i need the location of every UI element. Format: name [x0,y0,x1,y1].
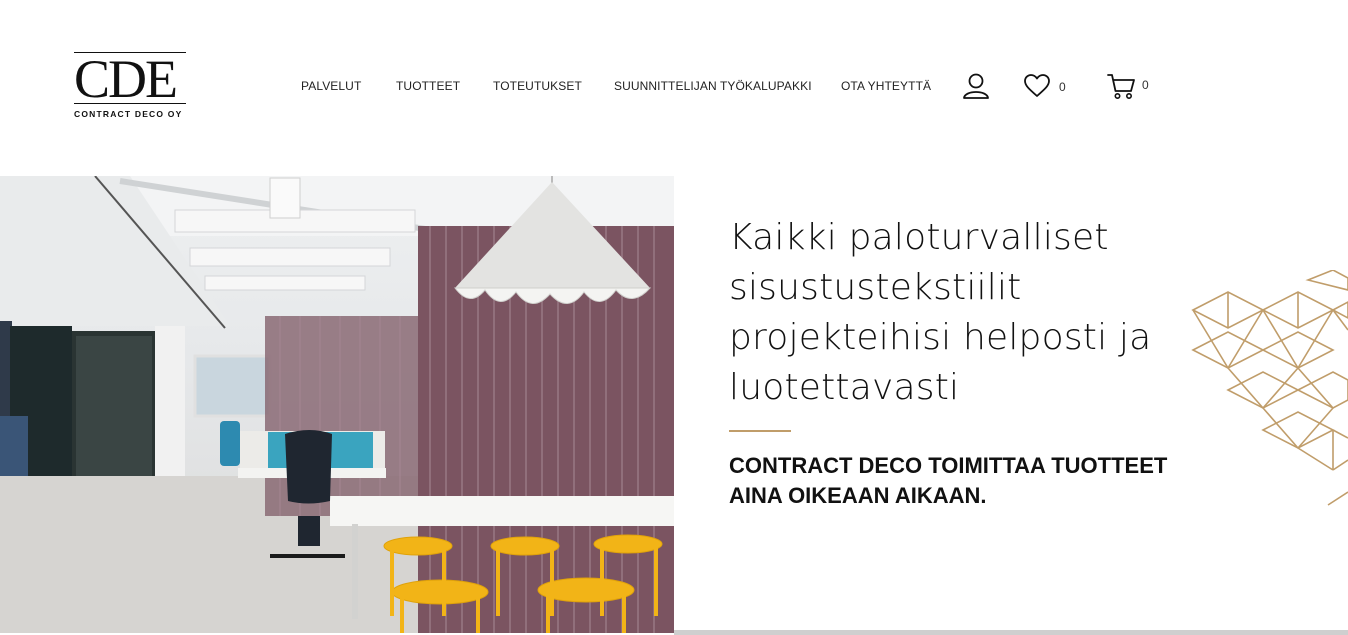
cart-count: 0 [1142,78,1149,92]
wishlist-count: 0 [1059,80,1066,94]
heart-icon [1024,74,1050,97]
logo-letters: CDE [74,49,178,109]
logo-rule-bottom [74,103,186,104]
nav-link-tuotteet[interactable]: TUOTTEET [396,79,460,93]
wishlist-button[interactable] [1023,73,1051,99]
logo-subtitle: CONTRACT DECO OY [74,109,183,119]
user-icon [963,73,989,99]
accent-divider [729,430,791,432]
hero-title: Kaikki paloturvalliset sisustustekstiili… [729,217,1152,408]
geometric-pattern-decoration [1191,270,1348,506]
next-section-edge [674,630,1348,635]
cart-icon [1107,74,1135,99]
nav-link-ota-yhteytta[interactable]: OTA YHTEYTTÄ [841,79,931,93]
logo-mark: CDE [74,52,186,106]
nav-link-suunnittelijan-tyokalupakki[interactable]: SUUNNITTELIJAN TYÖKALUPAKKI [614,79,812,93]
account-button[interactable] [961,71,991,101]
hero-image [0,176,674,633]
brand-logo[interactable]: CDE CONTRACT DECO OY [74,52,186,120]
hero-subtitle: CONTRACT DECO TOIMITTAA TUOTTEET AINA OI… [729,453,1168,508]
nav-link-palvelut[interactable]: PALVELUT [301,79,361,93]
nav-link-toteutukset[interactable]: TOTEUTUKSET [493,79,582,93]
hero-heading-block: Kaikki paloturvalliset sisustustekstiili… [729,213,1169,413]
cart-button[interactable] [1107,72,1137,100]
office-interior-illustration [0,176,674,633]
